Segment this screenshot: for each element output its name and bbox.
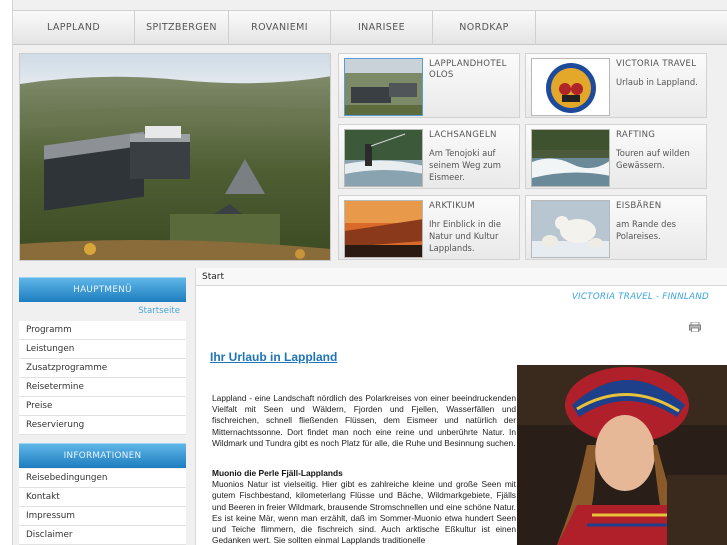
card-title: EISBÄREN xyxy=(616,201,662,211)
breadcrumb: Start xyxy=(196,268,727,286)
card-victoria-travel[interactable]: VICTORIA TRAVEL Urlaub in Lappland. xyxy=(525,53,707,118)
card-description: Ihr Einblick in die Natur und Kultur Lap… xyxy=(429,219,501,253)
card-description: Am Tenojoki auf seinem Weg zum Eismeer. xyxy=(429,148,501,182)
hotel-thumbnail xyxy=(344,58,423,116)
menu-item-reisetermine[interactable]: Reisetermine xyxy=(19,378,186,397)
card-title: LAPPLANDHOTEL OLOS xyxy=(429,59,507,80)
card-eisbaeren[interactable]: EISBÄREN am Rande des Polareises. xyxy=(525,195,707,260)
menu-item-programm[interactable]: Programm xyxy=(19,321,186,340)
card-title: RAFTING xyxy=(616,130,656,140)
nav-tab-nordkap[interactable]: NORDKAP xyxy=(433,11,536,45)
nav-tab-rovaniemi[interactable]: ROVANIEMI xyxy=(229,11,331,45)
hero-image-hotel xyxy=(19,53,331,261)
arktikum-thumbnail xyxy=(344,200,423,258)
site-tagline: VICTORIA TRAVEL - FINNLAND xyxy=(571,292,709,302)
nav-tab-lappland[interactable]: LAPPLAND xyxy=(13,11,135,45)
sidebar: HAUPTMENÜ Startseite Programm Leistungen… xyxy=(19,270,186,545)
intro-paragraph: Lappland - eine Landschaft nördlich des … xyxy=(212,393,516,448)
muonio-paragraph: Muonios Natur ist vielseitig. Hier gibt … xyxy=(212,479,516,545)
nav-tab-inarisee[interactable]: INARISEE xyxy=(331,11,433,45)
menu-item-leistungen[interactable]: Leistungen xyxy=(19,340,186,359)
page-heading[interactable]: Ihr Urlaub in Lappland xyxy=(210,350,337,364)
card-description: Touren auf wilden Gewässern. xyxy=(616,148,690,170)
home-link[interactable]: Startseite xyxy=(138,306,180,316)
menu-item-kontakt[interactable]: Kontakt xyxy=(19,488,186,507)
menu-item-disclaimer[interactable]: Disclaimer xyxy=(19,526,186,545)
print-icon[interactable] xyxy=(689,321,701,333)
rafting-thumbnail xyxy=(531,129,610,187)
card-title: VICTORIA TRAVEL xyxy=(616,59,697,69)
info-heading: INFORMATIONEN xyxy=(19,443,186,468)
card-arktikum[interactable]: ARKTIKUM Ihr Einblick in die Natur und K… xyxy=(338,195,520,260)
victoria-travel-logo xyxy=(531,58,610,116)
polar-bear-thumbnail xyxy=(531,200,610,258)
menu-item-reservierung[interactable]: Reservierung xyxy=(19,416,186,435)
menu-item-zusatzprogramme[interactable]: Zusatzprogramme xyxy=(19,359,186,378)
card-rafting[interactable]: RAFTING Touren auf wilden Gewässern. xyxy=(525,124,707,189)
nav-tab-spitzbergen[interactable]: SPITZBERGEN xyxy=(135,11,229,45)
main-content: Start VICTORIA TRAVEL - FINNLAND Ihr Url… xyxy=(195,268,727,545)
menu-item-preise[interactable]: Preise xyxy=(19,397,186,416)
card-description: am Rande des Polareises. xyxy=(616,219,676,241)
card-description: Urlaub in Lappland. xyxy=(616,77,698,87)
card-lapplandhotel-olos[interactable]: LAPPLANDHOTEL OLOS xyxy=(338,53,520,118)
card-lachsangeln[interactable]: LACHSANGELN Am Tenojoki auf seinem Weg z… xyxy=(338,124,520,189)
fishing-thumbnail xyxy=(344,129,423,187)
sami-woman-photo xyxy=(517,365,727,545)
main-menu-heading: HAUPTMENÜ xyxy=(19,277,186,302)
menu-item-reisebedingungen[interactable]: Reisebedingungen xyxy=(19,469,186,488)
menu-item-impressum[interactable]: Impressum xyxy=(19,507,186,526)
card-title: ARKTIKUM xyxy=(429,201,476,211)
card-title: LACHSANGELN xyxy=(429,130,497,140)
muonio-section: Muonio die Perle Fjäll-Lapplands Muonios… xyxy=(212,468,516,545)
muonio-subheading: Muonio die Perle Fjäll-Lapplands xyxy=(212,468,343,478)
top-navigation: LAPPLAND SPITZBERGEN ROVANIEMI INARISEE … xyxy=(13,10,727,45)
